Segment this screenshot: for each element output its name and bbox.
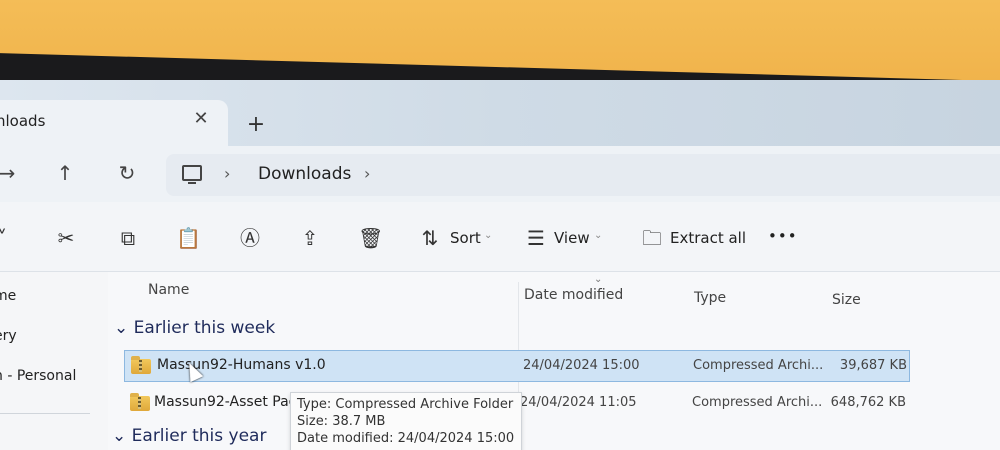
group-chevron-icon: ⌄ xyxy=(114,318,129,338)
file-size: 39,687 KB xyxy=(839,358,907,373)
navigation-pane: me ery n - Personal xyxy=(0,272,108,450)
file-date: 24/04/2024 11:05 xyxy=(520,395,637,410)
tab-downloads[interactable]: nloads ✕ xyxy=(0,100,228,146)
sidebar-item-home[interactable]: me xyxy=(0,288,16,304)
up-arrow-icon[interactable]: ↑ xyxy=(52,160,78,186)
view-icon[interactable]: ☰ xyxy=(524,226,548,250)
group-header-earlier-this-week[interactable]: ⌄ Earlier this week xyxy=(114,318,275,338)
group-header-earlier-this-year[interactable]: ⌄ Earlier this year xyxy=(112,426,266,446)
new-tab-button[interactable]: + xyxy=(244,114,268,138)
file-type: Compressed Archi... xyxy=(693,358,824,373)
tab-bar: nloads ✕ + xyxy=(0,80,1000,146)
new-menu-chevron-icon[interactable]: ˅ xyxy=(0,226,14,250)
file-date: 24/04/2024 15:00 xyxy=(523,358,640,373)
rename-icon[interactable]: Ⓐ xyxy=(238,226,262,250)
tooltip-size: Size: 38.7 MB xyxy=(297,414,386,429)
group-label: Earlier this year xyxy=(131,426,267,446)
close-icon[interactable]: ✕ xyxy=(190,108,212,130)
sort-indicator-icon: ⌄ xyxy=(594,274,603,285)
breadcrumb-end-chevron-icon[interactable]: › xyxy=(364,164,370,183)
copy-icon[interactable]: ⧉ xyxy=(116,226,140,250)
table-row-selected[interactable]: Massun92-Humans v1.0 24/04/2024 15:00 Co… xyxy=(124,350,910,382)
file-name: Massun92-Asset Pac xyxy=(154,394,297,410)
sidebar-item-onedrive-personal[interactable]: n - Personal xyxy=(0,368,76,384)
sort-icon[interactable]: ⇅ xyxy=(418,226,442,250)
breadcrumb-downloads[interactable]: Downloads xyxy=(258,164,351,184)
this-pc-icon[interactable] xyxy=(182,165,202,184)
refresh-icon[interactable]: ↻ xyxy=(114,160,140,186)
file-explorer-window: nloads ✕ + → ↑ ↻ › Downloads › ˅ ✂ ⧉ 📋 Ⓐ… xyxy=(0,80,1000,450)
column-header-date-modified[interactable]: Date modified xyxy=(524,287,623,303)
sidebar-item-gallery[interactable]: ery xyxy=(0,328,17,344)
view-button[interactable]: View xyxy=(554,229,590,247)
column-header-name[interactable]: Name xyxy=(148,282,189,298)
sort-button[interactable]: Sort xyxy=(450,229,481,247)
group-chevron-icon: ⌄ xyxy=(112,426,127,446)
file-type: Compressed Archi... xyxy=(692,395,823,410)
group-label: Earlier this week xyxy=(133,318,276,338)
tooltip-date: Date modified: 24/04/2024 15:00 xyxy=(297,431,515,446)
column-header-size[interactable]: Size xyxy=(832,292,861,308)
share-icon[interactable]: ⇪ xyxy=(298,226,322,250)
file-size: 648,762 KB xyxy=(830,395,906,410)
extract-icon[interactable]: 🗀 xyxy=(640,226,664,250)
file-info-tooltip: Type: Compressed Archive Folder Size: 38… xyxy=(290,392,522,450)
paste-icon[interactable]: 📋 xyxy=(176,226,201,250)
delete-icon[interactable]: 🗑 xyxy=(358,226,383,250)
forward-arrow-icon[interactable]: → xyxy=(0,160,20,186)
cut-icon[interactable]: ✂ xyxy=(54,226,78,250)
command-bar: ˅ ✂ ⧉ 📋 Ⓐ ⇪ 🗑 ⇅ Sort ⌄ ☰ View ⌄ 🗀 Extrac… xyxy=(0,202,1000,272)
tab-title: nloads xyxy=(0,112,46,130)
zip-folder-icon xyxy=(131,356,151,374)
address-bar[interactable]: › Downloads › xyxy=(166,154,1000,196)
extract-all-button[interactable]: Extract all xyxy=(670,229,746,247)
sort-chevron-icon[interactable]: ⌄ xyxy=(484,230,492,241)
column-header-type[interactable]: Type xyxy=(694,290,726,306)
more-options-icon[interactable]: ••• xyxy=(768,227,798,245)
navigation-bar: → ↑ ↻ › Downloads › xyxy=(0,146,1000,202)
breadcrumb-chevron-icon: › xyxy=(224,164,231,183)
tooltip-type: Type: Compressed Archive Folder xyxy=(297,397,514,412)
zip-folder-icon xyxy=(130,393,150,411)
view-chevron-icon[interactable]: ⌄ xyxy=(594,230,602,241)
sidebar-divider xyxy=(0,413,90,414)
